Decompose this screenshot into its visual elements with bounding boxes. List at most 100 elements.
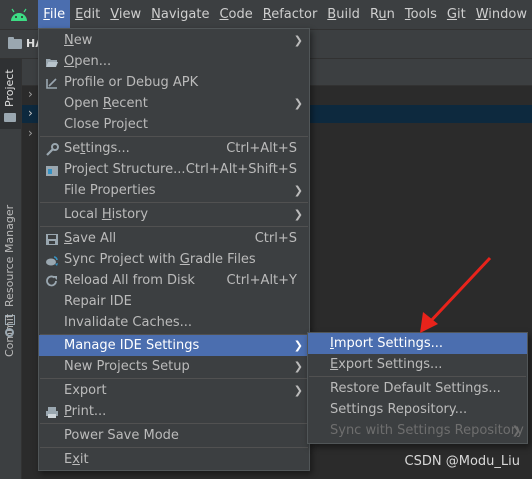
- menu-item-exit-label: Exit: [64, 452, 89, 467]
- submenu-item-export-settings[interactable]: Export Settings...: [308, 354, 527, 375]
- menu-item-print-label: Print...: [64, 404, 107, 419]
- menu-item-project-structure-label: Project Structure...: [64, 162, 186, 177]
- menu-item-local-history-label: Local History: [64, 207, 149, 222]
- reload-icon: [45, 274, 59, 287]
- menu-item-new-projects-setup-label: New Projects Setup: [64, 359, 190, 374]
- menu-item-new-label: New: [64, 33, 93, 48]
- menu-item-new[interactable]: New ❯: [39, 30, 309, 51]
- menu-item-export[interactable]: Export ❯: [39, 380, 309, 401]
- shortcut-label: Ctrl+Alt+S: [226, 141, 297, 156]
- chevron-right-icon: ❯: [293, 184, 303, 197]
- menu-item-reload-label: Reload All from Disk: [64, 273, 195, 288]
- menu-window[interactable]: Window: [471, 0, 532, 29]
- menu-build[interactable]: Build: [322, 0, 365, 29]
- android-icon: [0, 0, 38, 29]
- chevron-right-icon: ❯: [293, 208, 303, 221]
- chevron-right-icon: ❯: [293, 384, 303, 397]
- menu-separator: [40, 136, 308, 137]
- submenu-item-sync-label: Sync with Settings Repository: [330, 423, 524, 438]
- chevron-right-icon: ❯: [511, 424, 521, 437]
- menu-item-settings-label: Settings...: [64, 141, 130, 156]
- menu-item-sync-gradle[interactable]: Sync Project with Gradle Files: [39, 249, 309, 270]
- menu-item-exit[interactable]: Exit: [39, 449, 309, 470]
- submenu-item-sync-settings-repository: Sync with Settings Repository ❯: [308, 420, 527, 441]
- menu-navigate[interactable]: Navigate: [146, 0, 214, 29]
- menu-separator: [40, 423, 308, 424]
- menu-item-reload-from-disk[interactable]: Reload All from Disk Ctrl+Alt+Y: [39, 270, 309, 291]
- menu-separator: [40, 226, 308, 227]
- menu-item-settings[interactable]: Settings... Ctrl+Alt+S: [39, 138, 309, 159]
- submenu-item-import-label: Import Settings...: [330, 336, 444, 351]
- menu-item-local-history[interactable]: Local History ❯: [39, 204, 309, 225]
- menu-git[interactable]: Git: [442, 0, 471, 29]
- menu-view[interactable]: View: [105, 0, 146, 29]
- menu-item-repair-ide-label: Repair IDE: [64, 294, 132, 309]
- menu-item-sync-gradle-label: Sync Project with Gradle Files: [64, 252, 256, 267]
- submenu-item-export-label: Export Settings...: [330, 357, 443, 372]
- gradle-sync-icon: [45, 253, 59, 266]
- profile-apk-icon: [45, 76, 59, 89]
- submenu-item-repository-label: Settings Repository...: [330, 402, 468, 417]
- chevron-right-icon[interactable]: ›: [28, 126, 33, 140]
- menu-separator: [40, 378, 308, 379]
- menu-item-invalidate-caches-label: Invalidate Caches...: [64, 315, 193, 330]
- menu-bar: File Edit View Navigate Code Refactor Bu…: [0, 0, 532, 30]
- menu-item-invalidate-caches[interactable]: Invalidate Caches...: [39, 312, 309, 333]
- menu-item-open[interactable]: Open...: [39, 51, 309, 72]
- menu-item-project-structure[interactable]: Project Structure... Ctrl+Alt+Shift+S: [39, 159, 309, 180]
- menu-separator: [309, 376, 526, 377]
- folder-icon: [4, 113, 16, 122]
- submenu-item-restore-defaults[interactable]: Restore Default Settings...: [308, 378, 527, 399]
- menu-item-manage-ide-settings-label: Manage IDE Settings: [64, 338, 200, 353]
- save-icon: [45, 232, 59, 245]
- menu-edit[interactable]: Edit: [70, 0, 105, 29]
- menu-tools[interactable]: Tools: [400, 0, 442, 29]
- folder-open-icon: [45, 55, 59, 68]
- menu-item-export-label: Export: [64, 383, 107, 398]
- shortcut-label: Ctrl+S: [254, 231, 297, 246]
- chevron-right-icon[interactable]: ›: [28, 87, 33, 101]
- submenu-item-import-settings[interactable]: Import Settings...: [308, 333, 527, 354]
- chevron-right-icon: ❯: [293, 339, 303, 352]
- menu-item-close-project-label: Close Project: [64, 117, 149, 132]
- menu-item-power-save-mode[interactable]: Power Save Mode: [39, 425, 309, 446]
- menu-item-file-properties[interactable]: File Properties ❯: [39, 180, 309, 201]
- chevron-right-icon[interactable]: ›: [28, 106, 33, 120]
- menu-item-print[interactable]: Print...: [39, 401, 309, 422]
- project-structure-icon: [45, 163, 59, 176]
- menu-item-profile-label: Profile or Debug APK: [64, 75, 199, 90]
- menu-item-new-projects-setup[interactable]: New Projects Setup ❯: [39, 356, 309, 377]
- menu-item-profile-debug-apk[interactable]: Profile or Debug APK: [39, 72, 309, 93]
- menu-item-close-project[interactable]: Close Project: [39, 114, 309, 135]
- menu-item-manage-ide-settings[interactable]: Manage IDE Settings ❯: [39, 335, 309, 356]
- menu-item-repair-ide[interactable]: Repair IDE: [39, 291, 309, 312]
- submenu-item-restore-label: Restore Default Settings...: [330, 381, 501, 396]
- shortcut-label: Ctrl+Alt+Y: [226, 273, 297, 288]
- shortcut-label: Ctrl+Alt+Shift+S: [185, 162, 297, 177]
- watermark-text: CSDN @Modu_Liu: [404, 454, 520, 469]
- tool-window-commit[interactable]: Commit: [0, 273, 21, 357]
- chevron-right-icon: ❯: [293, 360, 303, 373]
- wrench-icon: [45, 142, 59, 156]
- menu-file[interactable]: File: [38, 0, 71, 29]
- menu-item-open-recent-label: Open Recent: [64, 96, 148, 111]
- menu-code[interactable]: Code: [214, 0, 257, 29]
- submenu-item-settings-repository[interactable]: Settings Repository...: [308, 399, 527, 420]
- menu-refactor[interactable]: Refactor: [258, 0, 323, 29]
- menu-item-file-properties-label: File Properties: [64, 183, 156, 198]
- menu-item-open-label: Open...: [64, 54, 112, 69]
- folder-icon: [8, 36, 22, 49]
- menu-separator: [40, 202, 308, 203]
- menu-item-open-recent[interactable]: Open Recent ❯: [39, 93, 309, 114]
- menu-run[interactable]: Run: [365, 0, 400, 29]
- file-menu: New ❯ Open... Profile or Debug APK Open …: [38, 28, 310, 471]
- commit-icon: [5, 328, 14, 337]
- tool-window-project-label: Project: [3, 69, 16, 107]
- menu-item-save-all-label: Save All: [64, 231, 117, 246]
- menu-item-save-all[interactable]: Save All Ctrl+S: [39, 228, 309, 249]
- manage-ide-settings-submenu: Import Settings... Export Settings... Re…: [307, 332, 528, 444]
- printer-icon: [45, 405, 59, 418]
- chevron-right-icon: ❯: [293, 97, 303, 110]
- tool-window-project[interactable]: Project: [0, 59, 21, 129]
- chevron-right-icon: ❯: [293, 34, 303, 47]
